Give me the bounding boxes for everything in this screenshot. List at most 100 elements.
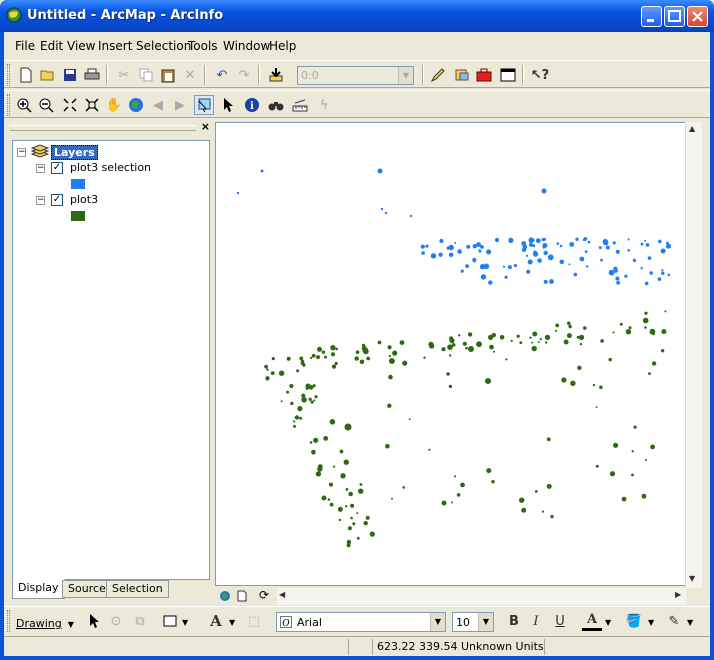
map-feature-point[interactable] [542,243,548,248]
map-feature-point[interactable] [454,475,457,478]
toc-grip[interactable] [10,125,196,131]
map-feature-point[interactable] [612,241,616,245]
map-feature-point[interactable] [531,345,537,352]
map-feature-point[interactable] [377,168,383,174]
menu-edit[interactable]: Edit [40,39,63,53]
map-feature-point[interactable] [446,246,450,250]
map-feature-point[interactable] [592,383,596,387]
menu-help[interactable]: Help [269,39,296,53]
map-feature-point[interactable] [387,345,392,350]
map-feature-point[interactable] [537,341,540,343]
map-feature-point[interactable] [363,521,368,526]
layer-visibility-checkbox[interactable]: ✓ [51,162,63,174]
map-feature-point[interactable] [311,449,316,455]
map-feature-point[interactable] [402,486,405,489]
map-feature-point[interactable] [388,358,395,364]
map-feature-point[interactable] [449,354,452,357]
zoom-to-selected-button[interactable]: ⧉ [130,611,150,631]
fill-color-button[interactable]: 🪣 [624,611,644,631]
map-feature-point[interactable] [467,332,473,337]
map-feature-point[interactable] [448,384,453,389]
map-feature-point[interactable] [566,333,572,339]
map-feature-point[interactable] [556,242,560,245]
map-feature-point[interactable] [647,256,652,260]
map-feature-point[interactable] [329,419,336,425]
font-color-button[interactable]: A [582,611,602,631]
map-feature-point[interactable] [266,368,269,371]
map-feature-point[interactable] [627,238,630,241]
layer-symbol-swatch[interactable] [71,211,85,221]
map-feature-point[interactable] [493,350,495,353]
map-feature-point[interactable] [547,254,554,261]
map-feature-point[interactable] [531,341,534,344]
map-feature-point[interactable] [521,507,527,513]
map-feature-point[interactable] [582,238,586,242]
scroll-down-icon[interactable]: ▼ [689,574,695,583]
map-feature-point[interactable] [355,350,360,354]
map-feature-point[interactable] [555,323,560,328]
map-feature-point[interactable] [579,342,583,346]
map-feature-point[interactable] [661,271,665,275]
map-feature-point[interactable] [504,275,508,279]
map-feature-point[interactable] [399,340,405,345]
map-feature-point[interactable] [359,359,365,365]
map-feature-point[interactable] [615,276,620,281]
map-feature-point[interactable] [505,358,508,361]
map-feature-point[interactable] [313,437,319,443]
map-feature-point[interactable] [627,249,630,252]
map-feature-point[interactable] [331,352,335,357]
add-data-button[interactable] [266,65,286,85]
map-feature-point[interactable] [519,341,523,345]
whats-this-button[interactable]: ↖? [530,65,550,85]
tab-source[interactable]: Source [62,580,112,598]
map-feature-point[interactable] [286,356,291,361]
map-feature-point[interactable] [440,240,443,243]
map-feature-point[interactable] [388,355,391,358]
map-feature-point[interactable] [402,360,408,366]
map-feature-point[interactable] [337,506,343,512]
collapse-layers-toggle[interactable]: − [17,148,26,157]
map-feature-point[interactable] [600,339,604,343]
map-feature-point[interactable] [488,280,493,285]
map-feature-point[interactable] [666,243,671,249]
map-feature-point[interactable] [384,211,388,215]
map-feature-point[interactable] [385,443,390,449]
map-feature-point[interactable] [377,340,382,345]
copy-button[interactable] [136,65,156,85]
map-feature-point[interactable] [489,344,494,350]
refresh-icon[interactable]: ⟳ [259,588,269,602]
map-feature-point[interactable] [359,483,363,486]
map-feature-point[interactable] [631,473,634,477]
map-feature-point[interactable] [302,363,306,367]
toolbar-grip[interactable] [7,94,10,116]
map-feature-point[interactable] [423,356,426,359]
map-feature-point[interactable] [513,264,517,268]
map-feature-point[interactable] [613,268,618,273]
map-feature-point[interactable] [577,365,582,370]
map-feature-point[interactable] [441,500,447,506]
fixed-zoom-in-button[interactable] [60,95,80,115]
map-feature-point[interactable] [486,249,492,255]
menu-tools[interactable]: Tools [188,39,218,53]
map-feature-point[interactable] [502,265,506,268]
new-text-button[interactable]: A [206,611,226,631]
map-feature-point[interactable] [448,252,454,257]
map-feature-point[interactable] [352,522,356,526]
map-feature-point[interactable] [465,346,468,350]
map-scale-combo[interactable]: 0:0 ▼ [297,66,414,85]
map-feature-point[interactable] [616,280,620,285]
map-feature-point[interactable] [331,364,337,369]
zoom-in-button[interactable] [14,95,34,115]
tab-selection[interactable]: Selection [106,580,169,598]
map-feature-point[interactable] [265,376,270,381]
toolbar-grip[interactable] [7,610,10,632]
map-feature-point[interactable] [264,364,268,369]
map-feature-point[interactable] [631,450,634,453]
map-feature-point[interactable] [462,341,467,346]
map-feature-point[interactable] [321,495,327,501]
map-feature-point[interactable] [458,334,461,337]
map-feature-point[interactable] [507,265,512,270]
map-feature-point[interactable] [661,329,667,335]
line-color-button[interactable]: ✎ [664,611,684,631]
map-feature-point[interactable] [409,214,413,218]
